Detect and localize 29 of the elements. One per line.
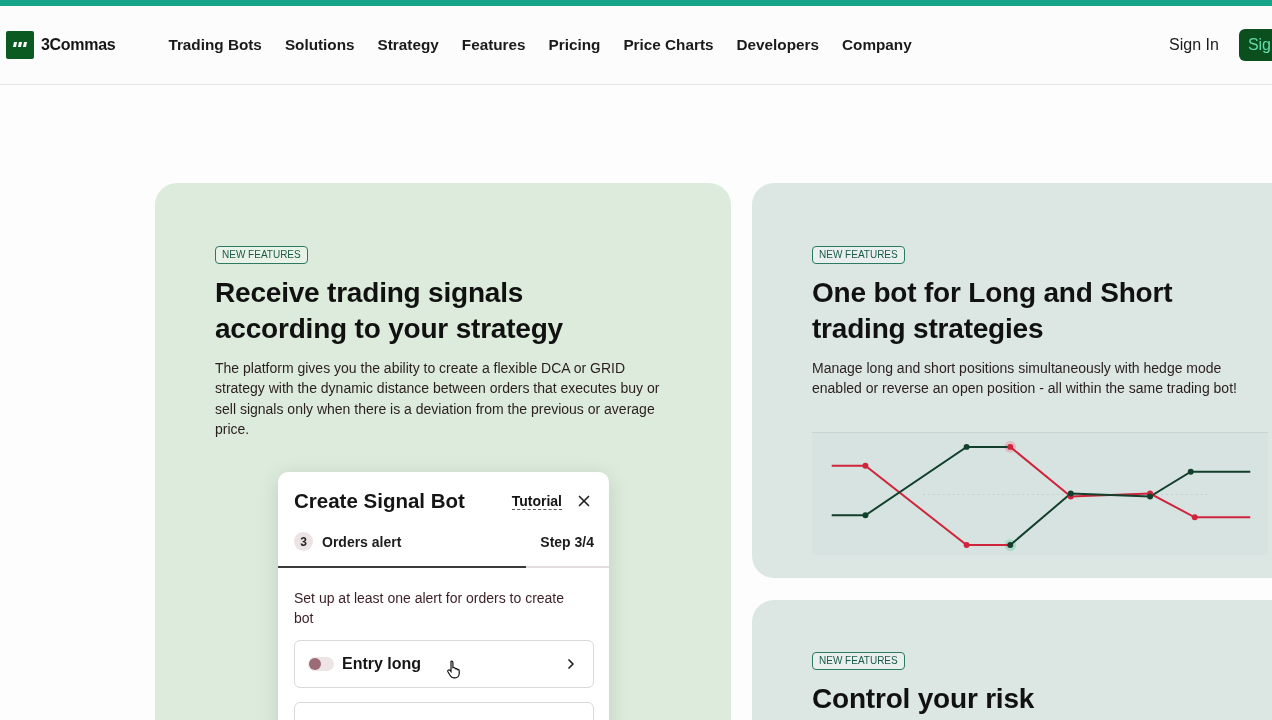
nav-link[interactable]: Company	[842, 36, 912, 54]
toggle-switch[interactable]	[308, 657, 334, 672]
feature-tag: NEW FEATURES	[215, 246, 308, 264]
feature-tag: NEW FEATURES	[812, 246, 905, 264]
instruction-text: Set up at least one alert for orders to create bot	[294, 589, 566, 629]
card-description: Manage long and short positions simultaneously with hedge mode enabled or reverse an open position - all within the same trading bot!	[812, 359, 1238, 399]
tutorial-link[interactable]: Tutorial	[511, 492, 562, 510]
nav-link[interactable]: Price Charts	[623, 36, 714, 54]
dialog-title: Create Signal Bot	[294, 488, 465, 515]
card-description: The platform gives you the ability to create a flexible DCA or GRID strategy with the dynamic distance between orders that executes buy or sell signals only when there is a deviation from the previous or average price.	[215, 359, 661, 439]
sign-in-link[interactable]: Sign In	[1169, 36, 1219, 54]
step-name: Orders alert	[322, 533, 402, 550]
logo-icon	[6, 31, 34, 59]
card-title: Control your risk	[812, 682, 1036, 716]
step-counter: Step 3/4	[540, 533, 594, 550]
logo-link[interactable]: 3Commas	[6, 31, 116, 59]
nav-link[interactable]: Solutions	[284, 36, 355, 54]
nav-link[interactable]: Developers	[736, 36, 819, 54]
card-title: Receive trading signals according to your strategy	[215, 276, 564, 346]
card-title: One bot for Long and Short trading strategies	[812, 276, 1174, 346]
nav-link[interactable]: Pricing	[548, 36, 601, 54]
alert-option[interactable]: Entry long	[294, 640, 594, 689]
step-number: 3	[294, 532, 313, 552]
nav-link[interactable]: Features	[461, 36, 526, 54]
sign-up-button[interactable]: Sig	[1238, 29, 1272, 61]
nav-link[interactable]: Strategy	[377, 36, 439, 54]
nav-link[interactable]: Trading Bots	[168, 36, 262, 54]
feature-tag: NEW FEATURES	[812, 652, 905, 670]
hand-cursor-icon	[446, 660, 461, 680]
